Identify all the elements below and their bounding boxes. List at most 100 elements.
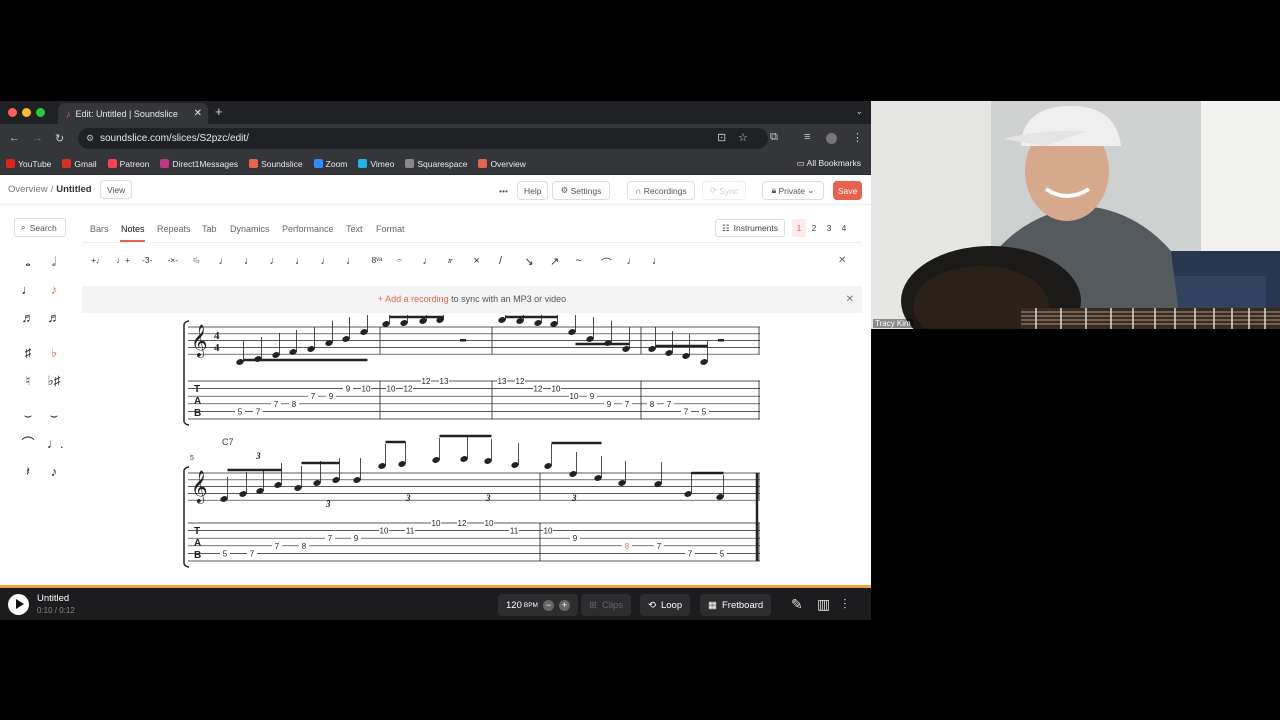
browser-tab[interactable]: ♪ Edit: Untitled | Soundslice ✕ [58, 103, 208, 124]
ghost-note-icon[interactable]: ♩ [346, 255, 357, 267]
dotted-note-icon[interactable]: ♩. [47, 437, 64, 451]
url-field[interactable]: ⚙ soundslice.com/slices/S2pzc/edit/ [78, 128, 768, 149]
clips-button[interactable]: ⊞ Clips [581, 594, 632, 616]
instruments-button[interactable]: ☷ Instruments [715, 219, 785, 237]
help-button[interactable]: Help [517, 181, 549, 200]
sync-button[interactable]: ⟳ Sync [702, 181, 746, 200]
close-banner-icon[interactable]: ✕ [846, 286, 854, 313]
bookmark-squarespace[interactable]: Squarespace [405, 158, 467, 169]
media-icon[interactable]: ≡ [804, 131, 810, 143]
natural-icon[interactable]: ♮ [21, 374, 35, 388]
eighth-note-icon[interactable]: ♪ [47, 283, 61, 297]
arc-icon[interactable]: ⌒ [21, 437, 35, 451]
bookmark-direct1messages[interactable]: Direct1Messages [160, 158, 238, 169]
sixteenth-note-icon[interactable]: ♬ [21, 311, 35, 325]
mixer-icon[interactable]: ⫶ [843, 596, 847, 613]
release-icon[interactable]: ⌒ [601, 255, 612, 271]
tab-format[interactable]: Format [376, 224, 405, 234]
tab-tab[interactable]: Tab [202, 224, 217, 234]
recordings-button[interactable]: ∩ Recordings [627, 181, 695, 200]
reload-icon[interactable]: ↻ [55, 132, 64, 145]
tab-performance[interactable]: Performance [282, 224, 334, 234]
rest-icon[interactable]: 𝄽 [21, 465, 35, 479]
accidental-icon[interactable]: ♮♭ [193, 255, 200, 266]
tenuto-icon[interactable]: ♩ [244, 255, 255, 267]
bookmark-zoom[interactable]: Zoom [313, 158, 347, 169]
sharp-icon[interactable]: ♯ [21, 346, 35, 360]
view-button[interactable]: View [100, 180, 133, 199]
play-button[interactable] [8, 594, 29, 615]
bookmark-overview[interactable]: Overview [478, 158, 526, 169]
page-2-button[interactable]: 2 [807, 219, 821, 237]
accent-icon[interactable]: ♩ [270, 255, 281, 267]
slide-up-icon[interactable]: ↗ [550, 255, 559, 268]
notation-svg[interactable]: 𝄞TAB 5 77 87 99 10 10 1212 13 13 1212 1010 99 7 8 77 544… [82, 298, 862, 585]
minimize-window-button[interactable] [22, 108, 31, 117]
back-icon[interactable]: ← [9, 132, 20, 144]
bend-icon[interactable]: ~ [576, 255, 582, 267]
chrome-menu-icon[interactable]: ⋮ [852, 131, 863, 144]
all-bookmarks-button[interactable]: ▭ All Bookmarks [797, 158, 861, 169]
tab-bars[interactable]: Bars [90, 224, 109, 234]
add-recording-link[interactable]: + Add a recording [378, 294, 449, 304]
whole-note-icon[interactable]: 𝅝 [21, 255, 35, 269]
privacy-dropdown[interactable]: 🔒︎ Private ⌄ [762, 181, 824, 200]
tremolo-icon[interactable]: ♩ [423, 255, 434, 267]
dead-note-icon[interactable]: × [474, 255, 480, 267]
save-button[interactable]: Save [833, 181, 862, 200]
fretboard-button[interactable]: ▦ Fretboard [700, 594, 772, 616]
tempo-decrease-button[interactable]: − [542, 599, 554, 611]
double-accidental-icon[interactable]: ♭♯ [47, 374, 61, 388]
harmonic-icon[interactable]: ♩ [652, 255, 663, 267]
new-tab-button[interactable]: + [215, 104, 223, 119]
marcato-icon[interactable]: ♩ [295, 255, 306, 267]
install-icon[interactable]: ⊡ [717, 131, 726, 144]
page-4-button[interactable]: 4 [837, 219, 851, 237]
trill-icon[interactable]: 𝆖 [448, 255, 453, 266]
triplet-icon[interactable]: -3- [142, 255, 152, 265]
forward-icon[interactable]: → [32, 132, 43, 144]
page-title[interactable]: Untitled [56, 184, 91, 195]
page-1-button[interactable]: 1 [792, 219, 806, 237]
staccatissimo-icon[interactable]: ♩ [321, 255, 332, 267]
close-tools-icon[interactable]: ✕ [838, 255, 846, 266]
flat-icon[interactable]: ♭ [47, 346, 61, 360]
bookmark-soundslice[interactable]: Soundslice [249, 158, 303, 169]
piano-icon[interactable]: ▥ [817, 596, 830, 613]
profile-avatar[interactable] [826, 133, 837, 144]
tab-repeats[interactable]: Repeats [157, 224, 191, 234]
loop-button[interactable]: ⟲ Loop [640, 594, 691, 616]
tempo-increase-button[interactable]: + [558, 599, 570, 611]
vibrato-icon[interactable]: ♩ [627, 255, 638, 267]
ottava-icon[interactable]: 8ᵛᵃ [372, 255, 383, 265]
staccato-icon[interactable]: ♩ [219, 255, 230, 267]
slide-icon[interactable]: / [499, 255, 502, 267]
site-info-icon[interactable]: ⚙ [86, 128, 94, 149]
half-note-icon[interactable]: 𝅗𝅥 [47, 255, 61, 269]
extensions-icon[interactable]: ⧉ [770, 131, 778, 144]
bookmark-patreon[interactable]: Patreon [107, 158, 149, 169]
fermata-icon[interactable]: 𝄐 [397, 255, 402, 266]
bookmark-star-icon[interactable]: ☆ [738, 131, 748, 144]
slide-down-icon[interactable]: ↘ [525, 255, 534, 268]
insert-before-icon[interactable]: +♩ [91, 255, 104, 265]
grace-note-icon[interactable]: ♪ [47, 465, 61, 479]
tempo-control[interactable]: 120 BPM − + [498, 594, 578, 616]
score-area[interactable]: 𝄞 T A B 5 7 7 8 7 9 9 10 10 12 12 13 13 12 12 10 10 9 9 7 8 7 7 5 4 4… [82, 298, 862, 585]
insert-after-icon[interactable]: ♩+ [117, 255, 130, 265]
quarter-note-icon[interactable]: ♩ [21, 283, 35, 297]
cross-stave-icon[interactable]: -×- [168, 255, 179, 265]
palette-search[interactable]: ⌕ Search [14, 218, 66, 237]
tab-search-button[interactable]: ⌄ [855, 106, 863, 117]
thirtysecond-note-icon[interactable]: ♬ [47, 311, 61, 325]
close-window-button[interactable] [8, 108, 17, 117]
tab-notes[interactable]: Notes [121, 224, 145, 234]
maximize-window-button[interactable] [36, 108, 45, 117]
bookmark-youtube[interactable]: YouTube [6, 158, 51, 169]
breadcrumb-overview[interactable]: Overview [8, 184, 48, 195]
slur-icon[interactable]: ⌣ [47, 409, 61, 423]
page-3-button[interactable]: 3 [822, 219, 836, 237]
tab-text[interactable]: Text [346, 224, 363, 234]
more-icon[interactable]: ••• [493, 181, 514, 200]
settings-button[interactable]: ⚙ Settings [552, 181, 610, 200]
